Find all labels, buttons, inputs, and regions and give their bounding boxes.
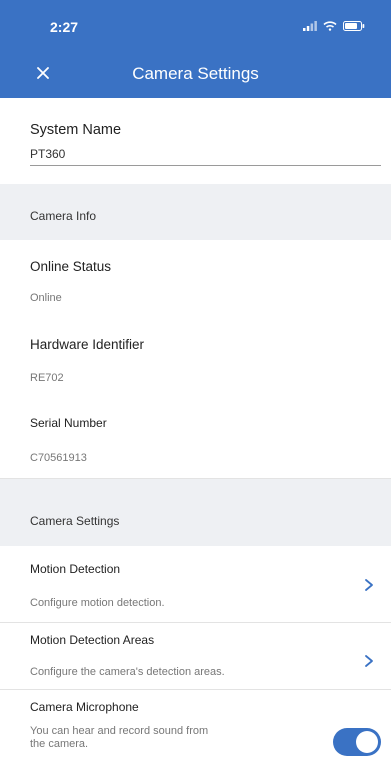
battery-icon bbox=[343, 21, 365, 31]
section-header-camera-settings: Camera Settings bbox=[0, 479, 391, 546]
system-name-field[interactable]: System Name PT360 bbox=[0, 98, 391, 184]
motion-detection-areas-description: Configure the camera's detection areas. bbox=[30, 666, 225, 678]
wifi-icon bbox=[323, 21, 337, 31]
status-bar: 2:27 bbox=[0, 0, 391, 50]
camera-microphone-description: You can hear and record sound from bbox=[30, 725, 209, 737]
online-status-value: Online bbox=[30, 292, 62, 304]
motion-detection-label: Motion Detection bbox=[30, 562, 121, 576]
system-name-input[interactable]: PT360 bbox=[30, 147, 65, 161]
serial-number-value: C70561913 bbox=[30, 452, 87, 464]
chevron-right-icon bbox=[365, 655, 373, 667]
hardware-identifier-row: Hardware Identifier RE702 bbox=[0, 322, 391, 402]
system-name-label: System Name bbox=[30, 122, 122, 138]
system-name-underline bbox=[30, 165, 381, 166]
section-header-label: Camera Info bbox=[30, 209, 97, 223]
toggle-knob bbox=[356, 731, 378, 753]
chevron-right-icon bbox=[365, 579, 373, 591]
online-status-row: Online Status Online bbox=[0, 240, 391, 322]
motion-detection-areas-label: Motion Detection Areas bbox=[30, 633, 155, 647]
status-icons bbox=[303, 21, 365, 31]
online-status-label: Online Status bbox=[30, 259, 112, 274]
camera-microphone-row: Camera Microphone You can hear and recor… bbox=[0, 690, 391, 774]
page-title: Camera Settings bbox=[132, 64, 259, 83]
status-time: 2:27 bbox=[50, 19, 79, 35]
camera-microphone-toggle[interactable] bbox=[333, 728, 381, 756]
motion-detection-description: Configure motion detection. bbox=[30, 597, 165, 609]
motion-detection-row[interactable]: Motion Detection Configure motion detect… bbox=[0, 546, 391, 622]
signal-icon bbox=[303, 21, 317, 31]
section-header-label: Camera Settings bbox=[30, 514, 120, 528]
serial-number-label: Serial Number bbox=[30, 416, 107, 430]
nav-bar: Camera Settings bbox=[0, 50, 391, 98]
hardware-identifier-label: Hardware Identifier bbox=[30, 337, 145, 352]
section-header-camera-info: Camera Info bbox=[0, 184, 391, 240]
camera-microphone-label: Camera Microphone bbox=[30, 700, 139, 714]
serial-number-row: Serial Number C70561913 bbox=[0, 402, 391, 478]
camera-microphone-description: the camera. bbox=[30, 738, 89, 750]
motion-detection-areas-row[interactable]: Motion Detection Areas Configure the cam… bbox=[0, 623, 391, 689]
hardware-identifier-value: RE702 bbox=[30, 372, 64, 384]
